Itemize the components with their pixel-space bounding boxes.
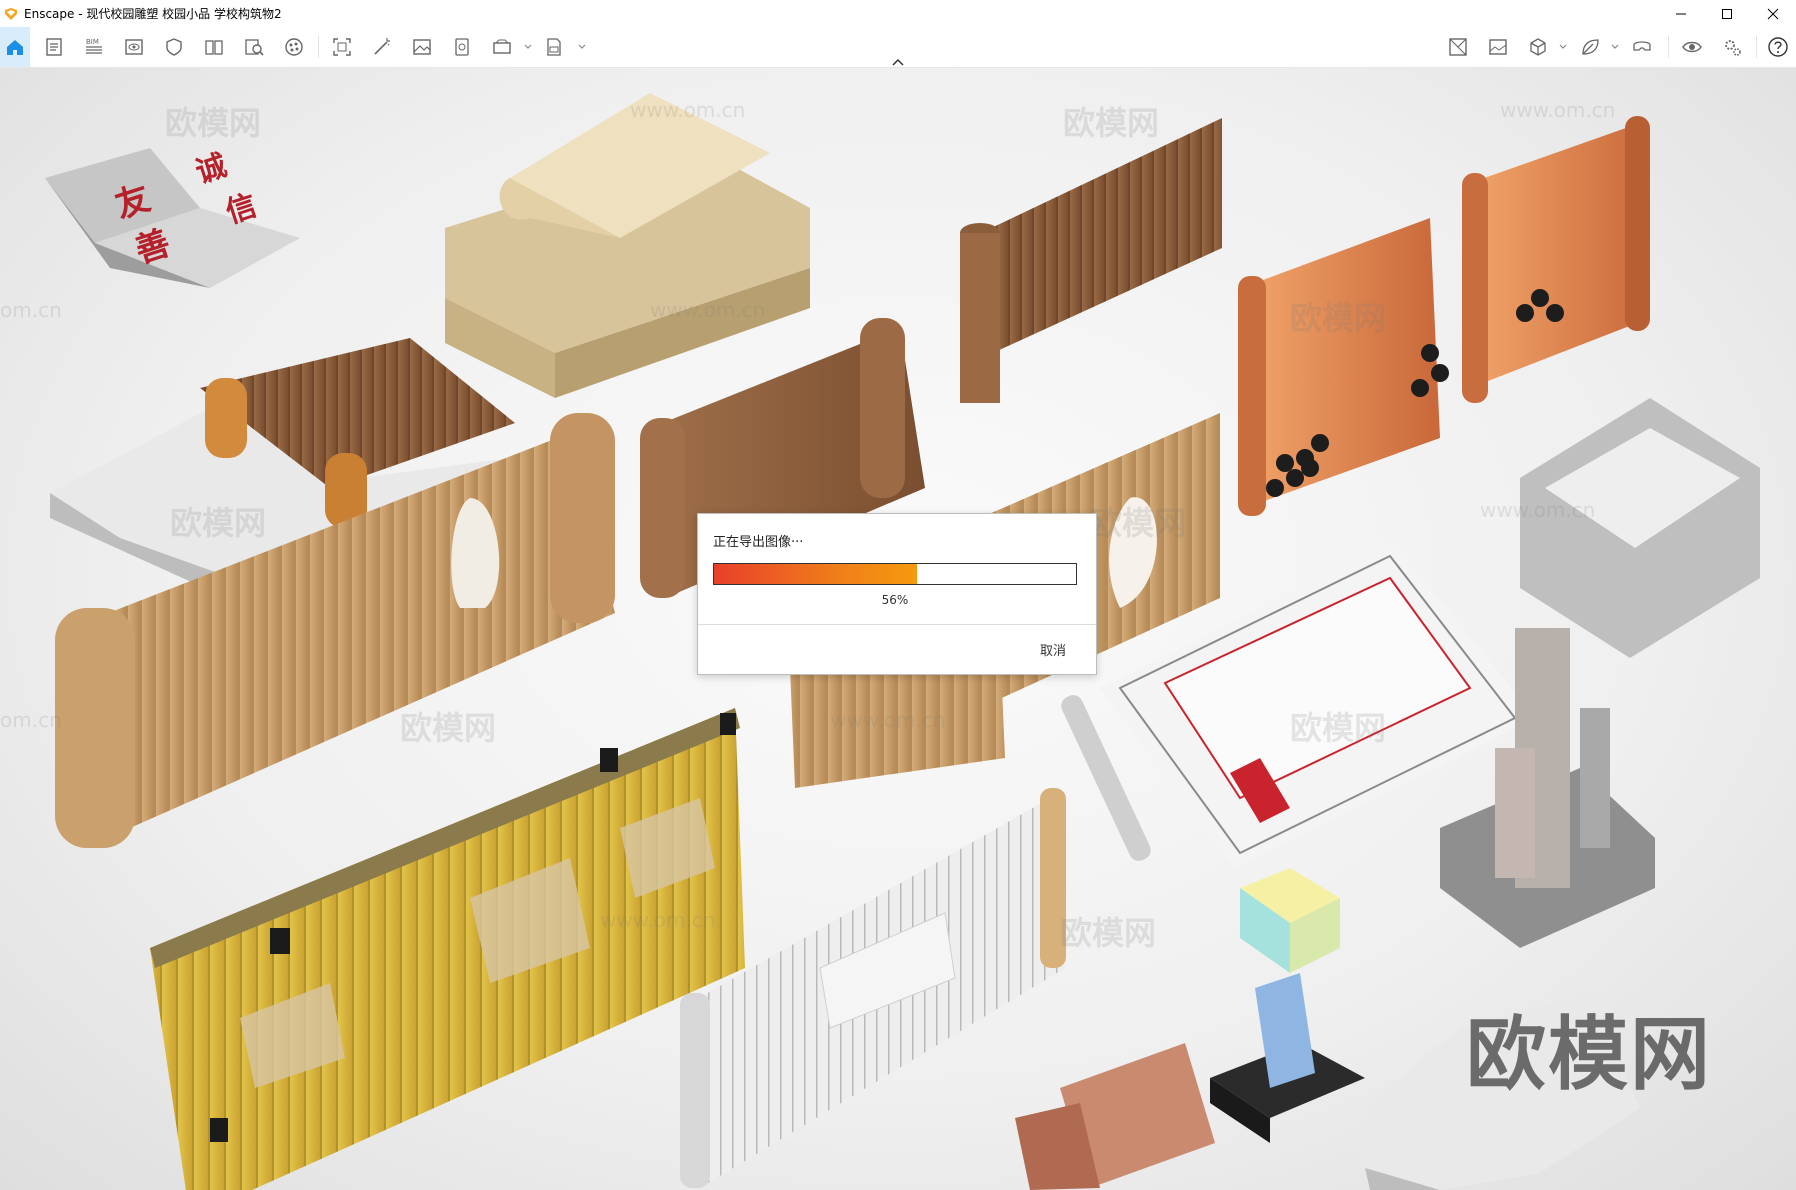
- material-button[interactable]: [280, 33, 308, 61]
- title-bar: Enscape - 现代校园雕塑 校园小品 学校构筑物2: [0, 0, 1796, 27]
- batch-icon: [455, 38, 469, 56]
- help-icon: [1768, 37, 1788, 57]
- dialog-divider: [698, 624, 1096, 625]
- leaf-dropdown-chevron-icon[interactable]: [1610, 42, 1620, 52]
- eye-button[interactable]: [1678, 33, 1706, 61]
- cube-button[interactable]: [1524, 33, 1552, 61]
- cancel-button[interactable]: 取消: [1040, 640, 1066, 659]
- bim-button[interactable]: BIM: [80, 33, 108, 61]
- copper-book-sculpture: [1015, 1043, 1215, 1190]
- magic-icon: [374, 38, 390, 55]
- yellow-slat-wall: [150, 708, 745, 1190]
- leaf-icon: [1582, 39, 1599, 55]
- material-icon: [285, 38, 303, 56]
- home-button[interactable]: [0, 27, 30, 67]
- maximize-button[interactable]: [1704, 0, 1750, 27]
- gallery-button[interactable]: [1484, 33, 1512, 61]
- gallery-icon: [1489, 39, 1507, 55]
- capture-button[interactable]: [1444, 33, 1472, 61]
- dialog-title: 正在导出图像···: [713, 535, 804, 550]
- minimize-button[interactable]: [1658, 0, 1704, 27]
- library-button[interactable]: [200, 33, 228, 61]
- window-title: Enscape - 现代校园雕塑 校园小品 学校构筑物2: [24, 7, 282, 21]
- cube-dropdown-chevron-icon[interactable]: [1558, 42, 1568, 52]
- export-icon: [547, 38, 561, 56]
- main-toolbar: BIM: [0, 27, 1796, 68]
- leaf-button[interactable]: [1576, 33, 1604, 61]
- progress-bar: [713, 563, 1077, 585]
- close-button[interactable]: [1750, 0, 1796, 27]
- document-icon: [46, 38, 62, 56]
- svg-text:诚: 诚: [192, 148, 231, 191]
- progress-percent: 56%: [881, 593, 909, 607]
- minimize-icon: [1676, 13, 1686, 14]
- settings-icon: [1725, 40, 1741, 56]
- asset-icon: [166, 38, 182, 56]
- search-doc-icon: [245, 39, 264, 56]
- export-progress-dialog: 正在导出图像··· 56% 取消: [697, 513, 1097, 675]
- toolbar-separator: [318, 36, 319, 58]
- bim-icon: BIM: [86, 38, 102, 54]
- video-icon: [493, 39, 511, 54]
- bamboo-slip-wall-dark: [960, 118, 1222, 403]
- help-button[interactable]: [1764, 33, 1792, 61]
- collapse-toolbar-chevron-icon[interactable]: [890, 57, 906, 67]
- home-icon: [7, 40, 23, 55]
- toolbar-separator: [1756, 36, 1757, 58]
- vr-icon: [1633, 41, 1651, 51]
- stone-book-sculpture: 友 善 诚 信: [45, 148, 300, 288]
- enscape-logo-icon: [5, 7, 17, 20]
- view-icon: [125, 39, 143, 55]
- export-button[interactable]: [540, 33, 568, 61]
- export-dropdown-chevron-icon[interactable]: [577, 42, 587, 52]
- bim-label: BIM: [86, 38, 99, 46]
- cube-icon: [1530, 38, 1546, 56]
- stone-open-book-right: [1520, 398, 1760, 658]
- image-icon: [413, 39, 431, 55]
- vr-button[interactable]: [1628, 33, 1656, 61]
- toolbar-separator: [1668, 36, 1669, 58]
- screenshot-icon: [333, 38, 351, 56]
- library-icon: [205, 40, 223, 55]
- batch-button[interactable]: [448, 33, 476, 61]
- capture-icon: [1449, 38, 1467, 56]
- cube-sculpture: [1210, 868, 1365, 1143]
- view-button[interactable]: [120, 33, 148, 61]
- video-button[interactable]: [488, 33, 516, 61]
- watermark-brand-large: 欧模网: [1466, 1008, 1712, 1101]
- video-dropdown-chevron-icon[interactable]: [523, 42, 533, 52]
- close-icon: [1767, 8, 1779, 19]
- screenshot-button[interactable]: [328, 33, 356, 61]
- asset-button[interactable]: [160, 33, 188, 61]
- scroll-pedestal-sculpture: [445, 93, 810, 398]
- document-button[interactable]: [40, 33, 68, 61]
- eye-icon: [1682, 41, 1702, 53]
- search-doc-button[interactable]: [240, 33, 268, 61]
- magic-button[interactable]: [368, 33, 396, 61]
- settings-button[interactable]: [1718, 33, 1746, 61]
- image-button[interactable]: [408, 33, 436, 61]
- progress-bar-fill: [714, 564, 917, 584]
- maximize-icon: [1722, 8, 1732, 19]
